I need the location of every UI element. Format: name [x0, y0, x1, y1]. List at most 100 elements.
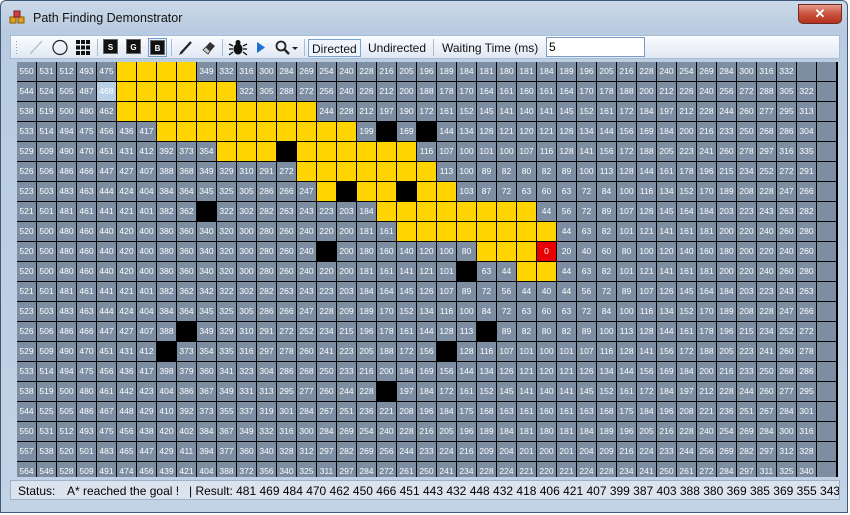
grid-cell[interactable]: 101 [517, 342, 536, 361]
grid-cell[interactable] [157, 62, 176, 81]
grid-cell[interactable]: 372 [237, 462, 256, 477]
grid-cell[interactable]: 234 [757, 322, 776, 341]
directed-button[interactable]: Directed [308, 39, 361, 57]
grid-cell[interactable]: 493 [77, 62, 96, 81]
grid-cell[interactable]: 100 [457, 162, 476, 181]
grid-cell[interactable]: 240 [757, 262, 776, 281]
grid-cell[interactable]: 342 [197, 282, 216, 301]
grid-cell[interactable] [177, 82, 196, 101]
grid-cell[interactable]: 284 [357, 462, 376, 477]
grid-cell[interactable]: 161 [537, 82, 556, 101]
grid-cell[interactable]: 505 [57, 402, 76, 421]
grid-cell[interactable]: 113 [597, 162, 616, 181]
grid-cell[interactable] [457, 262, 476, 281]
grid-cell[interactable]: 221 [557, 462, 576, 477]
grid-cell[interactable]: 100 [617, 182, 636, 201]
grid-cell[interactable]: 160 [377, 242, 396, 261]
grid-cell[interactable]: 228 [597, 462, 616, 477]
grid-cell[interactable]: 164 [697, 282, 716, 301]
grid-cell[interactable]: 269 [337, 422, 356, 441]
grid-cell[interactable]: 367 [217, 422, 236, 441]
grid-cell[interactable]: 531 [37, 62, 56, 81]
grid-cell[interactable]: 282 [797, 202, 816, 221]
grid-cell[interactable]: 220 [737, 222, 756, 241]
grid-cell[interactable]: 280 [797, 262, 816, 281]
grid-cell[interactable]: 447 [97, 322, 116, 341]
grid-cell[interactable]: 188 [697, 342, 716, 361]
grid-cell[interactable]: 161 [677, 222, 696, 241]
grid-cell[interactable]: 250 [417, 462, 436, 477]
grid-cell[interactable]: 113 [617, 322, 636, 341]
grid-cell[interactable]: 116 [637, 182, 656, 201]
grid-cell[interactable]: 465 [117, 442, 136, 461]
grid-cell[interactable]: 291 [257, 162, 276, 181]
grid-cell[interactable]: 466 [77, 162, 96, 181]
grid-cell[interactable]: 172 [397, 342, 416, 361]
grid-cell[interactable]: 331 [237, 382, 256, 401]
grid-cell[interactable]: 440 [97, 262, 116, 281]
grid-cell[interactable]: 100 [637, 242, 656, 261]
grid-cell[interactable]: 201 [517, 442, 536, 461]
grid-cell[interactable]: 152 [577, 102, 596, 121]
grid-cell[interactable]: 392 [157, 142, 176, 161]
grid-cell[interactable]: 349 [197, 162, 216, 181]
grid-cell[interactable] [177, 122, 196, 141]
grid-cell[interactable]: 63 [477, 262, 496, 281]
grid-cell[interactable]: 278 [737, 142, 756, 161]
grid-cell[interactable]: 161 [437, 102, 456, 121]
grid-cell[interactable]: 332 [777, 62, 796, 81]
grid-cell[interactable]: 220 [317, 262, 336, 281]
grid-cell[interactable]: 170 [697, 182, 716, 201]
grid-cell[interactable]: 181 [517, 422, 536, 441]
grid-cell[interactable]: 297 [757, 142, 776, 161]
grid-cell[interactable]: 244 [717, 102, 736, 121]
grid-cell[interactable] [377, 142, 396, 161]
grid-cell[interactable]: 44 [537, 202, 556, 221]
grid-cell[interactable]: 288 [757, 82, 776, 101]
grid-cell[interactable]: 221 [517, 462, 536, 477]
grid-cell[interactable] [297, 102, 316, 121]
grid-cell[interactable]: 134 [657, 302, 676, 321]
grid-cell[interactable]: 44 [557, 282, 576, 301]
grid-cell[interactable]: 63 [517, 182, 536, 201]
grid-cell[interactable]: 175 [457, 402, 476, 421]
grid-cell[interactable]: 475 [97, 62, 116, 81]
grid-tool-icon[interactable] [74, 38, 92, 57]
grid-cell[interactable] [817, 382, 836, 401]
grid-cell[interactable]: 521 [17, 202, 36, 221]
grid-cell[interactable]: 407 [137, 322, 156, 341]
grid-cell[interactable] [537, 262, 556, 281]
grid-cell[interactable]: 169 [657, 362, 676, 381]
grid-cell[interactable]: 254 [317, 62, 336, 81]
grid-cell[interactable] [817, 422, 836, 441]
grid-cell[interactable]: 80 [517, 162, 536, 181]
grid-cell[interactable]: 89 [577, 322, 596, 341]
grid-cell[interactable]: 412 [137, 142, 156, 161]
grid-cell[interactable]: 234 [737, 162, 756, 181]
grid-cell[interactable]: 456 [97, 362, 116, 381]
grid-cell[interactable]: 89 [497, 322, 516, 341]
grid-cell[interactable]: 220 [757, 242, 776, 261]
grid-cell[interactable]: 261 [677, 462, 696, 477]
grid-cell[interactable]: 184 [577, 422, 596, 441]
grid-cell[interactable]: 107 [577, 342, 596, 361]
grid-cell[interactable] [497, 222, 516, 241]
grid-cell[interactable]: 107 [517, 142, 536, 161]
grid-cell[interactable]: 107 [497, 342, 516, 361]
grid-cell[interactable]: 134 [657, 182, 676, 201]
grid-cell[interactable]: 141 [657, 262, 676, 281]
grid-cell[interactable]: 205 [717, 342, 736, 361]
grid-cell[interactable] [217, 142, 236, 161]
grid-cell[interactable] [277, 142, 296, 161]
grid-cell[interactable]: 252 [297, 322, 316, 341]
grid-cell[interactable]: 107 [437, 282, 456, 301]
grid-cell[interactable]: 269 [297, 62, 316, 81]
grid-cell[interactable]: 145 [497, 382, 516, 401]
grid-cell[interactable]: 322 [217, 202, 236, 221]
grid-cell[interactable]: 400 [137, 222, 156, 241]
grid-cell[interactable]: 0 [537, 242, 556, 261]
grid-cell[interactable]: 529 [17, 142, 36, 161]
grid-cell[interactable]: 63 [577, 222, 596, 241]
grid-cell[interactable]: 161 [677, 322, 696, 341]
grid-cell[interactable]: 156 [417, 342, 436, 361]
